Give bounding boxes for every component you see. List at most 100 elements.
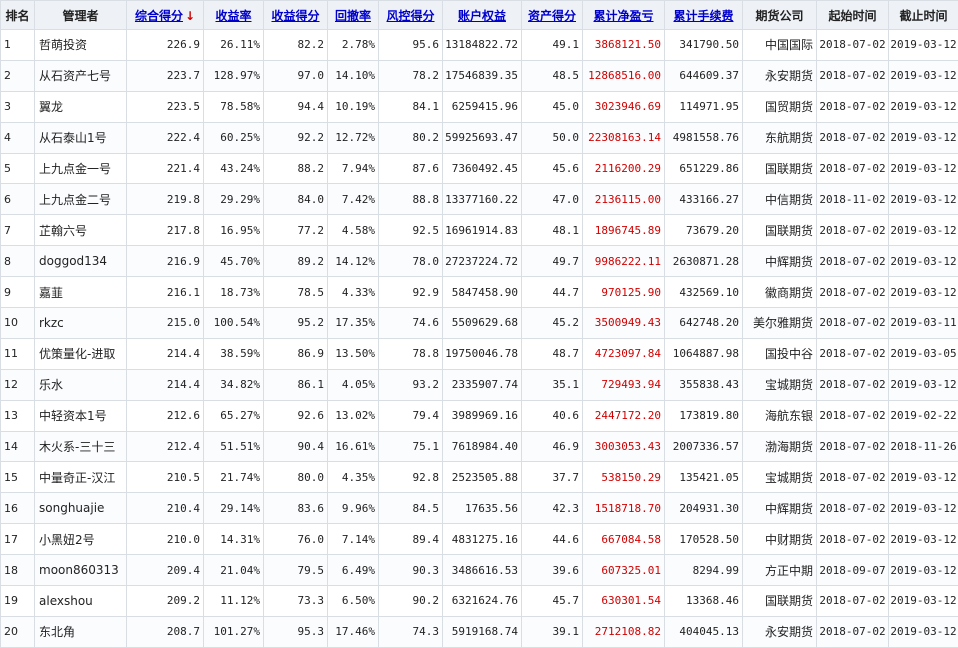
sort-return-rate-link[interactable]: 收益率 [215, 9, 251, 23]
cell-score: 226.9 [127, 30, 204, 61]
cell-company: 永安期货 [743, 616, 817, 647]
cell-drawdown: 12.72% [328, 122, 379, 153]
col-end-header: 截止时间 [889, 1, 958, 30]
cell-start: 2018-07-02 [817, 493, 889, 524]
cell-equity: 16961914.83 [443, 215, 522, 246]
sort-risk-score-link[interactable]: 风控得分 [386, 9, 434, 23]
cell-return-score: 79.5 [264, 555, 328, 586]
cell-manager[interactable]: songhuajie [35, 493, 127, 524]
cell-fees: 13368.46 [665, 586, 743, 617]
cell-company: 渤海期货 [743, 431, 817, 462]
cell-drawdown: 14.12% [328, 246, 379, 277]
cell-company: 东航期货 [743, 122, 817, 153]
cell-rank: 18 [1, 555, 35, 586]
cell-manager[interactable]: 中量奇正-汉江 [35, 462, 127, 493]
col-drawdown-header[interactable]: 回撤率 [328, 1, 379, 30]
col-equity-header[interactable]: 账户权益 [443, 1, 522, 30]
cell-manager[interactable]: 上九点金二号 [35, 184, 127, 215]
sort-drawdown-link[interactable]: 回撤率 [335, 9, 371, 23]
cell-asset-score: 39.1 [522, 616, 583, 647]
cell-manager[interactable]: 从石资产七号 [35, 60, 127, 91]
col-net-profit-header[interactable]: 累计净盈亏 [583, 1, 665, 30]
cell-return-rate: 38.59% [204, 338, 264, 369]
cell-rank: 6 [1, 184, 35, 215]
cell-manager[interactable]: 哲萌投资 [35, 30, 127, 61]
cell-manager[interactable]: rkzc [35, 308, 127, 339]
sort-score-link[interactable]: 综合得分 [135, 9, 183, 23]
table-row: 9嘉韮216.118.73%78.54.33%92.95847458.9044.… [1, 277, 958, 308]
cell-rank: 16 [1, 493, 35, 524]
cell-start: 2018-07-02 [817, 462, 889, 493]
sort-return-score-link[interactable]: 收益得分 [271, 9, 319, 23]
cell-start: 2018-07-02 [817, 338, 889, 369]
cell-manager[interactable]: moon860313 [35, 555, 127, 586]
cell-equity: 5509629.68 [443, 308, 522, 339]
cell-score: 223.7 [127, 60, 204, 91]
cell-net-profit: 4723097.84 [583, 338, 665, 369]
table-row: 13中轻资本1号212.665.27%92.613.02%79.43989969… [1, 400, 958, 431]
cell-net-profit: 607325.01 [583, 555, 665, 586]
cell-return-rate: 29.14% [204, 493, 264, 524]
cell-manager[interactable]: 东北角 [35, 616, 127, 647]
col-return-score-header[interactable]: 收益得分 [264, 1, 328, 30]
cell-net-profit: 1518718.70 [583, 493, 665, 524]
col-fees-header[interactable]: 累计手续费 [665, 1, 743, 30]
cell-return-score: 80.0 [264, 462, 328, 493]
col-risk-score-header[interactable]: 风控得分 [379, 1, 443, 30]
cell-fees: 4981558.76 [665, 122, 743, 153]
table-row: 20东北角208.7101.27%95.317.46%74.35919168.7… [1, 616, 958, 647]
cell-asset-score: 45.6 [522, 153, 583, 184]
sort-fees-link[interactable]: 累计手续费 [673, 9, 733, 23]
cell-rank: 2 [1, 60, 35, 91]
cell-fees: 341790.50 [665, 30, 743, 61]
col-score-header[interactable]: 综合得分↓ [127, 1, 204, 30]
cell-return-score: 89.2 [264, 246, 328, 277]
cell-equity: 3486616.53 [443, 555, 522, 586]
cell-end: 2019-03-12 [889, 524, 958, 555]
cell-manager[interactable]: 上九点金一号 [35, 153, 127, 184]
cell-manager[interactable]: 嘉韮 [35, 277, 127, 308]
cell-manager[interactable]: 小黑妞2号 [35, 524, 127, 555]
sort-asset-score-link[interactable]: 资产得分 [528, 9, 576, 23]
cell-company: 宝城期货 [743, 462, 817, 493]
cell-drawdown: 14.10% [328, 60, 379, 91]
col-asset-score-header[interactable]: 资产得分 [522, 1, 583, 30]
table-row: 19alexshou209.211.12%73.36.50%90.2632162… [1, 586, 958, 617]
cell-risk-score: 87.6 [379, 153, 443, 184]
sort-equity-link[interactable]: 账户权益 [458, 9, 506, 23]
cell-drawdown: 16.61% [328, 431, 379, 462]
cell-end: 2019-03-12 [889, 153, 958, 184]
cell-fees: 73679.20 [665, 215, 743, 246]
cell-equity: 27237224.72 [443, 246, 522, 277]
cell-manager[interactable]: 乐水 [35, 369, 127, 400]
cell-manager[interactable]: 优策量化-进取 [35, 338, 127, 369]
cell-drawdown: 9.96% [328, 493, 379, 524]
cell-manager[interactable]: 木火系-三十三 [35, 431, 127, 462]
down-arrow-icon[interactable]: ↓ [185, 9, 195, 23]
cell-manager[interactable]: alexshou [35, 586, 127, 617]
cell-drawdown: 4.58% [328, 215, 379, 246]
cell-end: 2019-03-12 [889, 462, 958, 493]
cell-fees: 2007336.57 [665, 431, 743, 462]
cell-return-rate: 26.11% [204, 30, 264, 61]
cell-manager[interactable]: 翼龙 [35, 91, 127, 122]
cell-return-rate: 45.70% [204, 246, 264, 277]
table-row: 11优策量化-进取214.438.59%86.913.50%78.8197500… [1, 338, 958, 369]
cell-asset-score: 49.7 [522, 246, 583, 277]
cell-asset-score: 46.9 [522, 431, 583, 462]
cell-manager[interactable]: doggod134 [35, 246, 127, 277]
cell-manager[interactable]: 中轻资本1号 [35, 400, 127, 431]
cell-fees: 8294.99 [665, 555, 743, 586]
col-start-header: 起始时间 [817, 1, 889, 30]
cell-return-rate: 100.54% [204, 308, 264, 339]
cell-rank: 1 [1, 30, 35, 61]
cell-manager[interactable]: 芷翰六号 [35, 215, 127, 246]
cell-start: 2018-07-02 [817, 122, 889, 153]
sort-net-profit-link[interactable]: 累计净盈亏 [593, 9, 653, 23]
col-return-rate-header[interactable]: 收益率 [204, 1, 264, 30]
cell-return-score: 86.9 [264, 338, 328, 369]
cell-risk-score: 92.5 [379, 215, 443, 246]
cell-rank: 11 [1, 338, 35, 369]
cell-end: 2019-03-12 [889, 215, 958, 246]
cell-manager[interactable]: 从石泰山1号 [35, 122, 127, 153]
